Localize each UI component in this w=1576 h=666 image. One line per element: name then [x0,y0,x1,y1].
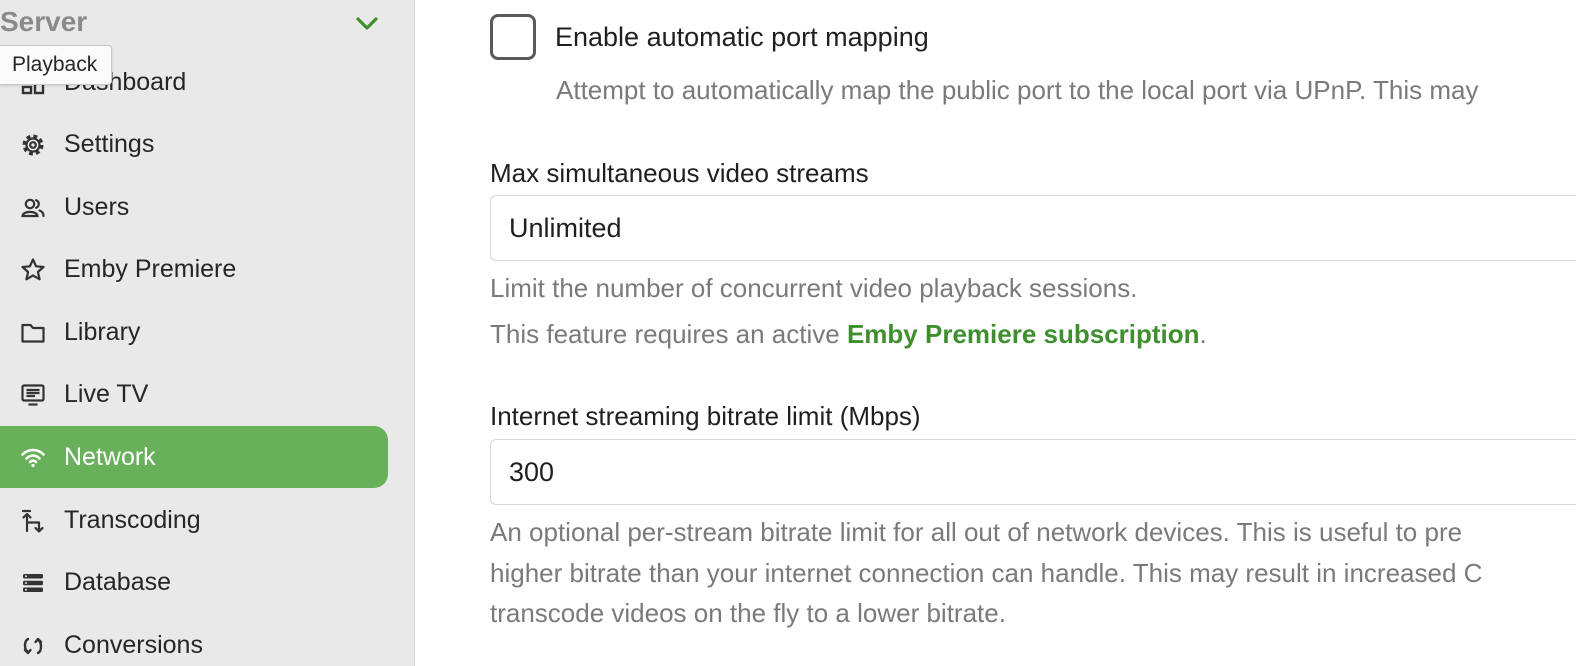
section-title: Server [0,6,88,37]
sidebar-item-label: Settings [64,130,155,158]
sidebar-item-label: Network [64,443,156,471]
bitrate-help-line-3: transcode videos on the fly to a lower b… [490,598,1006,628]
conversions-icon [20,633,46,659]
upnp-description: Attempt to automatically map the public … [556,75,1479,105]
premiere-subscription-link[interactable]: Emby Premiere subscription [847,319,1200,349]
tooltip: Playback [0,45,113,85]
sidebar: Server Playback Dashboard Settings Users… [0,0,415,666]
sidebar-item-conversions[interactable]: Conversions [0,614,388,666]
bitrate-limit-label: Internet streaming bitrate limit (Mbps) [490,401,921,431]
sidebar-item-live-tv[interactable]: Live TV [0,363,388,425]
max-streams-input[interactable] [490,195,1576,261]
sidebar-item-label: Database [64,568,172,596]
sidebar-item-database[interactable]: Database [0,551,388,613]
bitrate-limit-input[interactable] [490,439,1576,505]
bitrate-help-line-2: higher bitrate than your internet connec… [490,558,1483,588]
wifi-icon [20,445,46,471]
sidebar-item-label: Users [64,193,130,221]
upnp-checkbox[interactable] [490,14,536,60]
max-streams-label: Max simultaneous video streams [490,158,869,188]
tv-guide-icon [20,382,46,408]
sidebar-item-label: Library [64,318,141,346]
chevron-down-icon[interactable] [354,10,380,36]
star-icon [20,257,46,283]
gear-icon [20,132,46,158]
folder-icon [20,320,46,346]
sidebar-item-label: Live TV [64,380,149,408]
users-icon [20,195,46,221]
sidebar-item-library[interactable]: Library [0,301,388,363]
transcode-icon [20,508,46,534]
sidebar-item-transcoding[interactable]: Transcoding [0,489,388,551]
max-streams-help: Limit the number of concurrent video pla… [490,273,1138,303]
database-icon [20,570,46,596]
sidebar-item-network[interactable]: Network [0,426,388,488]
bitrate-help-line-1: An optional per-stream bitrate limit for… [490,517,1463,547]
sidebar-item-users[interactable]: Users [0,176,388,238]
sidebar-item-settings[interactable]: Settings [0,113,388,175]
sidebar-item-label: Emby Premiere [64,255,237,283]
premiere-prefix: This feature requires an active [490,319,847,349]
sidebar-item-emby-premiere[interactable]: Emby Premiere [0,238,388,300]
sidebar-item-label: Conversions [64,631,203,659]
premiere-suffix: . [1199,319,1207,349]
sidebar-section-header: Server [0,0,414,48]
upnp-checkbox-label[interactable]: Enable automatic port mapping [555,22,929,53]
sidebar-item-label: Transcoding [64,506,201,534]
premiere-requirement-text: This feature requires an active Emby Pre… [490,319,1207,350]
main-content: Enable automatic port mapping Attempt to… [415,0,1576,666]
